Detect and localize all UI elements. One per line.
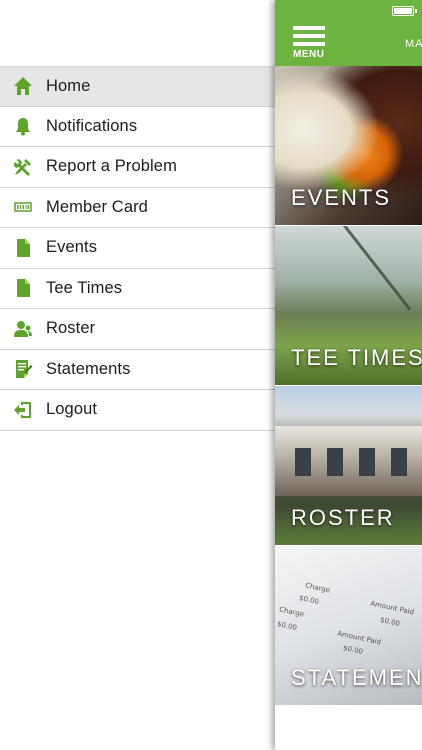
tile-events[interactable]: EVENTS xyxy=(275,66,422,226)
statement-text: $0.00 xyxy=(379,616,401,628)
barcode-icon xyxy=(0,197,46,217)
menu-item-label: Statements xyxy=(46,359,131,378)
menu-item-member-card[interactable]: Member Card xyxy=(0,187,275,228)
menu-item-label: Tee Times xyxy=(46,278,123,297)
logout-icon xyxy=(0,400,46,420)
menu-item-notifications[interactable]: Notifications xyxy=(0,106,275,147)
tile-roster[interactable]: ROSTER xyxy=(275,386,422,546)
statement-text: Charge xyxy=(304,581,331,595)
statement-text: $0.00 xyxy=(298,594,320,606)
home-icon xyxy=(0,76,46,96)
menu-item-label: Notifications xyxy=(46,116,138,135)
statement-text: $0.00 xyxy=(342,644,364,656)
menu-item-label: Report a Problem xyxy=(46,157,177,176)
tools-icon xyxy=(0,157,46,177)
window xyxy=(391,448,407,476)
menu-item-label: Logout xyxy=(46,400,98,419)
tile-label: STATEMENTS xyxy=(291,665,422,690)
menu-button[interactable]: MENU xyxy=(293,26,327,60)
statement-text: Amount Paid xyxy=(369,599,415,617)
brand-title: MA xyxy=(405,38,422,50)
top-bar: MENU MA xyxy=(275,0,422,66)
navigation-drawer: Home Notifications Report a Problem Memb… xyxy=(0,0,275,750)
statement-icon xyxy=(0,359,46,379)
tile-label: EVENTS xyxy=(291,185,392,210)
statement-text: $0.00 xyxy=(276,620,298,632)
menu-item-statements[interactable]: Statements xyxy=(0,349,275,390)
menu-item-roster[interactable]: Roster xyxy=(0,309,275,350)
document-icon xyxy=(0,238,46,258)
battery-icon xyxy=(392,6,414,16)
menu-item-logout[interactable]: Logout xyxy=(0,390,275,431)
statement-text: Charge xyxy=(278,605,305,619)
window xyxy=(359,448,375,476)
menu-item-label: Home xyxy=(46,76,91,95)
main-panel: MENU MA EVENTS TEE TIMES ROSTER Charge $… xyxy=(275,0,422,750)
document-icon xyxy=(0,278,46,298)
menu-item-label: Events xyxy=(46,238,98,257)
menu-item-label: Roster xyxy=(46,319,96,338)
menu-item-label: Member Card xyxy=(46,197,148,216)
battery-tip xyxy=(415,9,417,13)
menu-item-tee-times[interactable]: Tee Times xyxy=(0,268,275,309)
window xyxy=(327,448,343,476)
menu-button-label: MENU xyxy=(293,49,325,60)
flagpole-image xyxy=(335,226,412,311)
menu-item-events[interactable]: Events xyxy=(0,228,275,269)
hamburger-icon xyxy=(293,26,327,46)
tile-grid: EVENTS TEE TIMES ROSTER Charge $0.00 Amo… xyxy=(275,66,422,706)
tile-statements[interactable]: Charge $0.00 Amount Paid $0.00 Charge $0… xyxy=(275,546,422,706)
bell-icon xyxy=(0,116,46,136)
tile-label: TEE TIMES xyxy=(291,345,422,370)
menu-item-home[interactable]: Home xyxy=(0,66,275,107)
people-icon xyxy=(0,319,46,339)
menu-list: Home Notifications Report a Problem Memb… xyxy=(0,66,275,431)
menu-item-report-a-problem[interactable]: Report a Problem xyxy=(0,147,275,188)
tile-tee-times[interactable]: TEE TIMES xyxy=(275,226,422,386)
window xyxy=(295,448,311,476)
tile-label: ROSTER xyxy=(291,505,395,530)
